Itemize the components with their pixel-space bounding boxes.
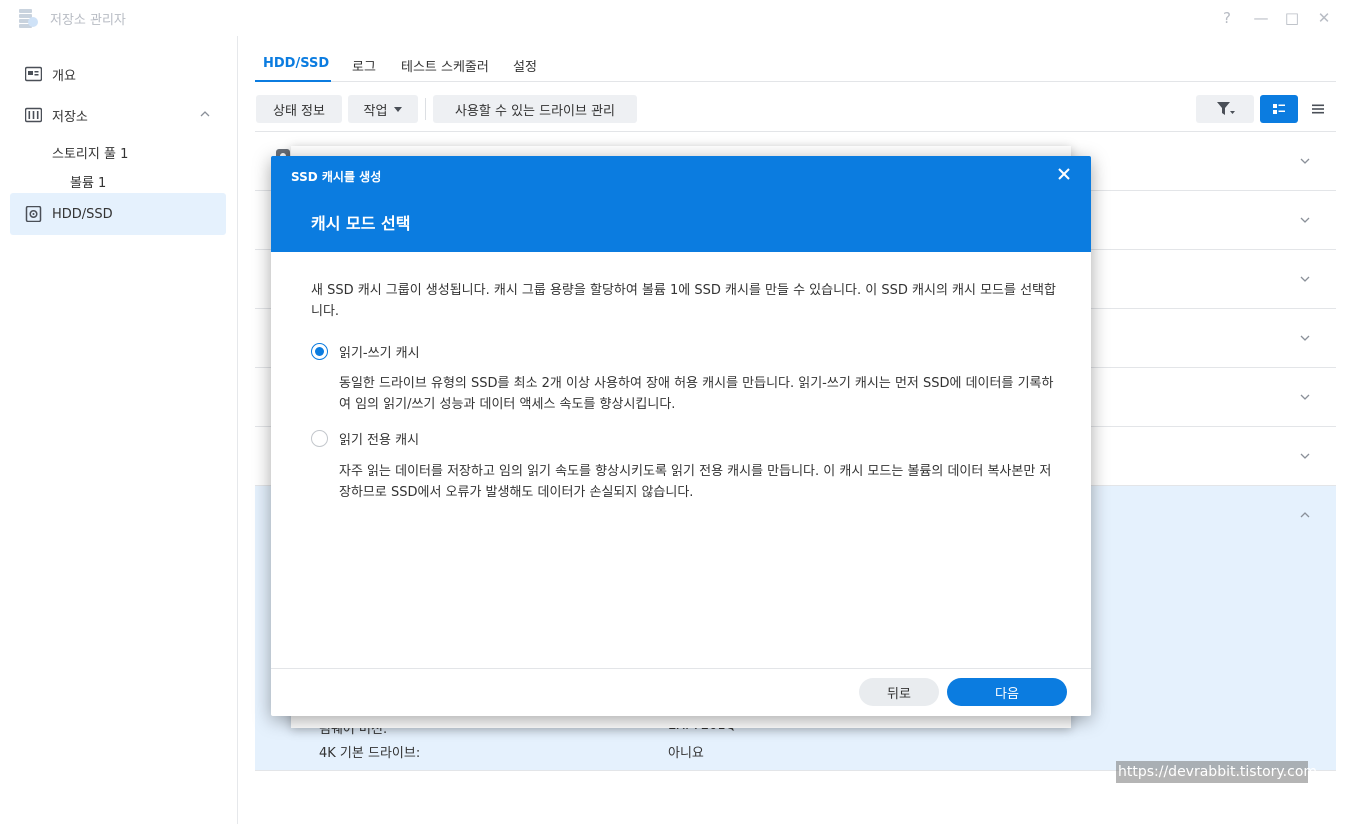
help-icon[interactable]: ? xyxy=(1217,8,1237,28)
status-info-button[interactable]: 상태 정보 xyxy=(256,95,342,123)
filter-icon xyxy=(1217,102,1235,115)
overview-icon xyxy=(25,66,42,82)
hdd-icon xyxy=(25,206,42,222)
action-dropdown-button[interactable]: 작업 xyxy=(348,95,418,123)
option-read-only-cache[interactable]: 읽기 전용 캐시 xyxy=(311,429,419,448)
option-read-only-desc: 자주 읽는 데이터를 저장하고 임의 읽기 속도를 향상시키도록 읽기 전용 캐… xyxy=(339,464,1052,500)
chevron-down-icon[interactable] xyxy=(1300,215,1310,225)
native-4k-label: 4K 기본 드라이브: xyxy=(319,746,421,761)
dialog-body: 새 SSD 캐시 그룹이 생성됩니다. 캐시 그룹 용량을 할당하여 볼륨 1에… xyxy=(311,280,1056,500)
native-4k-value: 아니요 xyxy=(668,746,704,761)
action-label: 작업 xyxy=(363,103,388,119)
menu-list-icon xyxy=(1312,104,1324,114)
option-read-only-label: 읽기 전용 캐시 xyxy=(339,433,420,448)
window-title: 저장소 관리자 xyxy=(50,13,126,28)
manage-drives-label: 사용할 수 있는 드라이브 관리 xyxy=(454,103,616,119)
close-icon[interactable]: ✕ xyxy=(1314,8,1334,28)
chevron-down-icon[interactable] xyxy=(1300,451,1310,461)
toolbar-separator xyxy=(425,98,426,120)
minimize-icon[interactable]: — xyxy=(1251,8,1271,28)
tab-settings[interactable]: 설정 xyxy=(513,56,537,75)
list-view-button[interactable] xyxy=(1260,95,1298,123)
radio-read-write[interactable] xyxy=(311,343,328,360)
active-tab-indicator xyxy=(255,80,331,82)
ssd-cache-dialog: SSD 캐시를 생성 캐시 모드 선택 새 SSD 캐시 그룹이 생성됩니다. … xyxy=(271,156,1091,716)
option-read-write-cache[interactable]: 읽기-쓰기 캐시 xyxy=(311,342,420,361)
dialog-intro: 새 SSD 캐시 그룹이 생성됩니다. 캐시 그룹 용량을 할당하여 볼륨 1에… xyxy=(311,283,1056,319)
dialog-title: SSD 캐시를 생성 xyxy=(291,170,382,184)
maximize-icon[interactable]: □ xyxy=(1282,8,1302,28)
storage-icon xyxy=(25,107,42,123)
compact-view-button[interactable] xyxy=(1300,95,1336,123)
sidebar-item-label: 저장소 xyxy=(52,109,88,125)
chevron-down-icon[interactable] xyxy=(1300,156,1310,166)
dialog-header: SSD 캐시를 생성 캐시 모드 선택 xyxy=(271,156,1091,252)
manage-drives-button[interactable]: 사용할 수 있는 드라이브 관리 xyxy=(433,95,637,123)
filter-button[interactable] xyxy=(1196,95,1254,123)
option-read-write-label: 읽기-쓰기 캐시 xyxy=(339,346,420,361)
tab-log[interactable]: 로그 xyxy=(352,56,376,75)
back-button[interactable]: 뒤로 xyxy=(859,678,939,706)
option-read-write-desc: 동일한 드라이브 유형의 SSD를 최소 2개 이상 사용하여 장애 허용 캐시… xyxy=(339,376,1054,412)
tab-test-scheduler[interactable]: 테스트 스케줄러 xyxy=(401,56,489,75)
chevron-down-icon[interactable] xyxy=(1300,333,1310,343)
sidebar-item-overview[interactable]: 개요 xyxy=(10,53,226,95)
chevron-down-icon[interactable] xyxy=(1300,274,1310,284)
chevron-up-icon[interactable] xyxy=(1300,510,1310,520)
sidebar-item-hdd-ssd[interactable]: HDD/SSD xyxy=(10,193,226,235)
tab-bar: HDD/SSD 로그 테스트 스케줄러 설정 xyxy=(255,44,1336,82)
sidebar-item-volume[interactable]: 볼륨 1 xyxy=(70,172,106,191)
chevron-up-icon[interactable] xyxy=(200,109,210,119)
storage-manager-icon xyxy=(19,9,38,28)
next-button[interactable]: 다음 xyxy=(947,678,1067,706)
dialog-step-title: 캐시 모드 선택 xyxy=(311,214,411,233)
caret-down-icon xyxy=(394,106,403,112)
watermark: https://devrabbit.tistory.com xyxy=(1116,761,1317,783)
sidebar-item-storage[interactable]: 저장소 xyxy=(10,94,226,136)
sidebar-item-label: 개요 xyxy=(52,68,76,84)
title-bar: 저장소 관리자 ? — □ ✕ xyxy=(0,0,1348,36)
sidebar-item-storage-pool[interactable]: 스토리지 풀 1 xyxy=(52,143,128,162)
sidebar-item-label: HDD/SSD xyxy=(52,206,113,222)
radio-read-only[interactable] xyxy=(311,430,328,447)
chevron-down-icon[interactable] xyxy=(1300,392,1310,402)
tab-hdd-ssd[interactable]: HDD/SSD xyxy=(263,56,329,71)
sidebar: 개요 저장소 스토리지 풀 1 볼륨 1 HDD/SSD xyxy=(0,36,238,824)
dialog-footer-divider xyxy=(271,668,1091,669)
status-info-label: 상태 정보 xyxy=(273,103,325,119)
detail-list-icon xyxy=(1273,104,1285,114)
close-icon[interactable] xyxy=(1057,167,1071,181)
